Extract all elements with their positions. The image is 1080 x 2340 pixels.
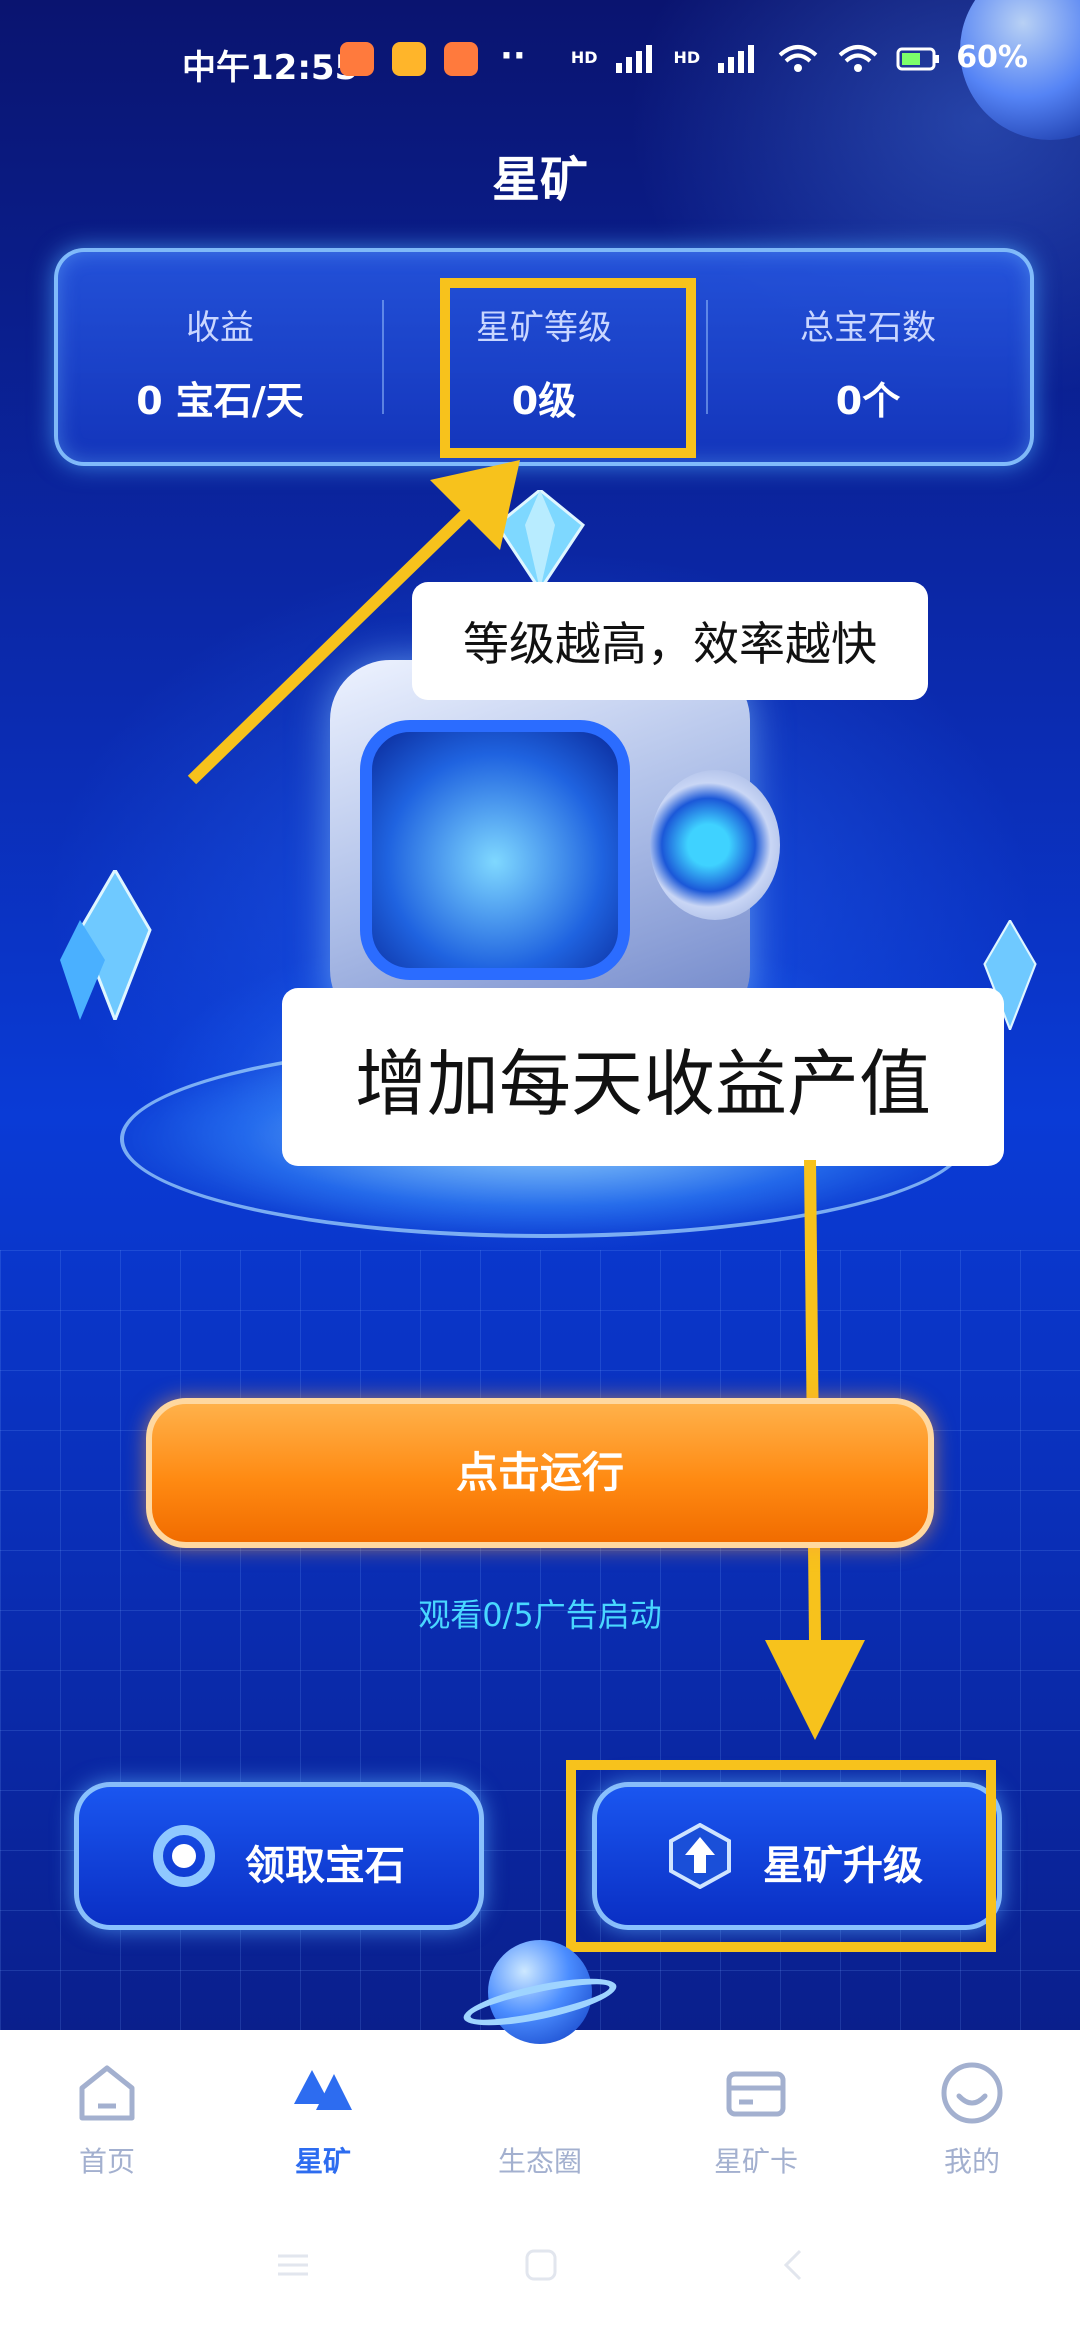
battery-icon (896, 47, 940, 70)
stat-label: 收益 (186, 308, 254, 348)
signal-hd-label: HD (570, 48, 598, 67)
menu-icon[interactable] (276, 2248, 310, 2282)
crystal-cluster-icon (60, 870, 152, 1020)
card-icon (726, 2071, 786, 2117)
nav-label: 生态圈 (497, 2145, 582, 2178)
battery-percent: 60% (956, 40, 1028, 75)
claim-gems-label: 领取宝石 (245, 1843, 405, 1889)
system-nav-bar (0, 2200, 1080, 2340)
nav-home[interactable]: 首页 (32, 2060, 182, 2180)
home-icon (79, 2065, 135, 2121)
wifi-icon (838, 44, 878, 72)
stat-label: 总宝石数 (800, 308, 936, 348)
nav-label: 星矿卡 (713, 2145, 798, 2178)
level-highlight-box (440, 278, 696, 458)
home-square-icon[interactable] (524, 2248, 558, 2282)
signal-hd-label: HD (673, 48, 701, 67)
app-root: 中午12:55 ·· HD HD 60% 星矿 收益 0 宝石/天 星矿等级 0… (0, 0, 1080, 2340)
nav-profile[interactable]: 我的 (897, 2060, 1047, 2180)
ad-start-hint: 观看0/5广告启动 (418, 1596, 662, 1634)
mi-app-icon (444, 42, 478, 76)
nav-ecosystem[interactable]: 生态圈 (465, 2060, 615, 2180)
nav-label: 星矿 (294, 2145, 351, 2178)
status-time: 中午12:55 (182, 48, 359, 88)
mi-app-icon (340, 42, 374, 76)
smile-profile-icon (941, 2062, 1003, 2124)
stat-value: 0 宝石/天 (136, 379, 304, 423)
upgrade-highlight-box (566, 1760, 996, 1952)
nav-mine-card[interactable]: 星矿卡 (681, 2060, 831, 2180)
status-indicators: HD HD 60% (571, 40, 1028, 75)
nav-label: 首页 (78, 2145, 135, 2178)
nav-star-mine[interactable]: 星矿 (248, 2060, 398, 2180)
wifi-icon (778, 44, 818, 72)
cellular-signal-icon (615, 44, 652, 73)
page-title: 星矿 (491, 152, 588, 208)
stat-value: 0个 (835, 379, 901, 423)
cellular-signal-icon (718, 44, 755, 73)
planet-icon (507, 2060, 573, 2126)
message-icon (392, 42, 426, 76)
more-notifications-icon: ·· (500, 36, 526, 76)
status-bar: 中午12:55 ·· HD HD 60% (0, 0, 1080, 120)
claim-gems-button[interactable]: 领取宝石 (74, 1782, 484, 1930)
mountain-icon (294, 2070, 352, 2110)
stat-income: 收益 0 宝石/天 (58, 252, 382, 462)
stat-total-gems: 总宝石数 0个 (706, 252, 1030, 462)
run-button[interactable]: 点击运行 (146, 1398, 934, 1548)
nav-label: 我的 (943, 2145, 1000, 2178)
machine-lens (650, 770, 780, 920)
back-icon[interactable] (776, 2248, 810, 2282)
bottom-nav: 首页 星矿 生态圈 星矿卡 我的 (0, 2030, 1080, 2200)
level-note-callout: 等级越高，效率越快 (412, 582, 928, 700)
gem-ring-icon (153, 1825, 215, 1887)
income-note-callout: 增加每天收益产值 (282, 988, 1004, 1166)
